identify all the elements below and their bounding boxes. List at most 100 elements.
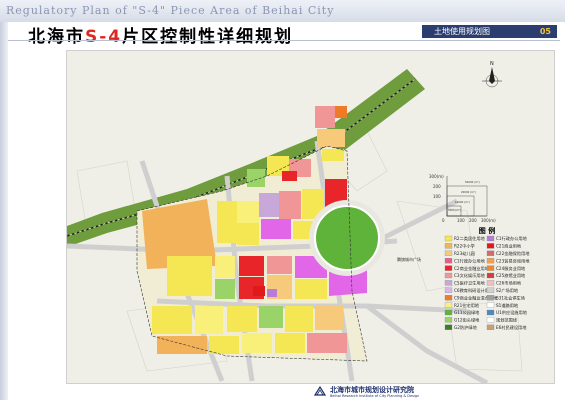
parcel [317, 129, 345, 147]
parcel [315, 306, 343, 330]
legend-label: R22中小学 [454, 243, 475, 250]
legend-swatch [486, 295, 495, 301]
legend-label: C1行政办公用地 [454, 257, 486, 264]
legend-swatch [444, 272, 453, 279]
legend-swatch [444, 243, 453, 249]
legend-swatch [486, 280, 495, 286]
scale-label: 300(m) [481, 218, 496, 223]
parcel [167, 256, 212, 296]
legend-swatch [444, 265, 453, 271]
parcel [335, 106, 347, 118]
legend-label: C5医疗卫生用地 [454, 280, 486, 287]
parcel [275, 333, 305, 353]
sheet-title: 土地使用规划图 [434, 27, 490, 36]
legend-swatch [486, 287, 495, 293]
legend-label: 规划范围线 [496, 317, 518, 324]
parcel [282, 171, 297, 181]
parcel [261, 219, 291, 239]
parcel [237, 223, 259, 245]
parcel [247, 169, 265, 187]
legend-swatch [444, 258, 453, 264]
scale-unit-label: 20000 (m²) [461, 190, 476, 194]
parcel [315, 106, 335, 128]
parcel [253, 286, 265, 296]
parcel [285, 306, 313, 332]
scale-unit-label: 50000 (m²) [465, 180, 480, 184]
place-label: 腾旗城市广场 [397, 256, 421, 262]
scale-unit-label: 10000 (m²) [455, 200, 470, 204]
parcel [239, 256, 264, 276]
legend-swatch [486, 324, 495, 330]
title-divider [8, 40, 560, 41]
legend-label: C26市场用地 [496, 280, 522, 287]
chinese-title: 北海市S-4片区控制性详细规划 [28, 22, 293, 47]
legend-swatch [486, 302, 495, 308]
legend-label: E6村民建设用地 [496, 324, 527, 331]
chinese-title-suffix: 片区控制性详细规划 [122, 27, 294, 47]
legend-swatch [444, 280, 453, 286]
legend-swatch [486, 309, 495, 316]
scale-label: 100 [457, 218, 465, 223]
parcel [259, 193, 279, 217]
parcel [237, 201, 259, 223]
legend-swatch [444, 287, 453, 293]
legend-swatch [486, 243, 495, 249]
legend-swatch [444, 309, 453, 316]
land-use-map: 腾旗城市广场 N 300(m) 200 100 0 100 200 300(m)… [66, 51, 554, 386]
legend-label: C3文化娱乐用地 [454, 272, 486, 279]
legend-label: U1供应设施用地 [496, 309, 528, 316]
map-frame: 腾旗城市广场 N 300(m) 200 100 0 100 200 300(m)… [66, 50, 555, 386]
parcel [227, 306, 257, 332]
legend-label: G2防护绿地 [454, 324, 477, 331]
legend-title: 图 例 [479, 226, 495, 235]
institute-logo-icon [314, 385, 326, 396]
parcel [152, 306, 192, 334]
chinese-title-highlight: S-4 [85, 27, 123, 47]
parcel [217, 201, 237, 243]
parcel [295, 279, 327, 299]
parcel [267, 289, 277, 297]
scale-label: 200 [433, 184, 441, 189]
legend-swatch [486, 258, 495, 264]
legend-swatch [444, 317, 453, 323]
legend-swatch [444, 324, 453, 330]
legend-swatch [486, 265, 495, 271]
parcel [242, 333, 272, 353]
legend-label: C23贸易咨询用地 [496, 257, 530, 264]
scale-unit-label: 5000 (m²) [448, 208, 461, 212]
legend-label: G12街头绿地 [454, 317, 480, 324]
institute-english: Beihai Research Institute of City Planni… [330, 394, 420, 398]
central-park [314, 205, 380, 271]
legend-label: C1行政办公用地 [496, 235, 528, 242]
sheet-header: 土地使用规划图 05 [422, 25, 557, 38]
legend-label: S1道路用地 [496, 302, 519, 309]
legend-swatch [444, 250, 453, 256]
left-decorative-strip [0, 22, 8, 400]
scale-label: 300(m) [429, 174, 444, 179]
legend-label: C2商业金融业用地 [454, 265, 490, 272]
parcel [157, 336, 207, 354]
parcel [215, 256, 235, 278]
legend-label: R2二类居住用地 [454, 235, 486, 242]
legend-swatch [486, 250, 495, 256]
legend-label: C25旅馆业用地 [496, 272, 526, 279]
svg-text:N: N [490, 61, 494, 67]
legend-label: S2广场用地 [496, 287, 519, 294]
sheet-number: 05 [539, 27, 551, 36]
english-title: Regulatory Plan of "S-4" Piece Area of B… [6, 4, 335, 17]
legend-swatch [486, 317, 495, 323]
legend-swatch [444, 302, 453, 308]
legend-swatch [486, 272, 495, 279]
legend-label: C22金融保险用地 [496, 250, 530, 257]
parcel [259, 306, 283, 328]
parcel [195, 306, 223, 334]
parcel [307, 333, 347, 353]
legend-swatch [444, 235, 453, 242]
legend-label: R23幼儿园 [454, 250, 475, 257]
legend-label: G11公园绿地 [454, 309, 480, 316]
parcel [209, 336, 239, 354]
parcel [322, 149, 344, 161]
legend-swatch [486, 235, 495, 242]
parcel [267, 256, 292, 274]
legend-label: C21商业用地 [496, 243, 522, 250]
